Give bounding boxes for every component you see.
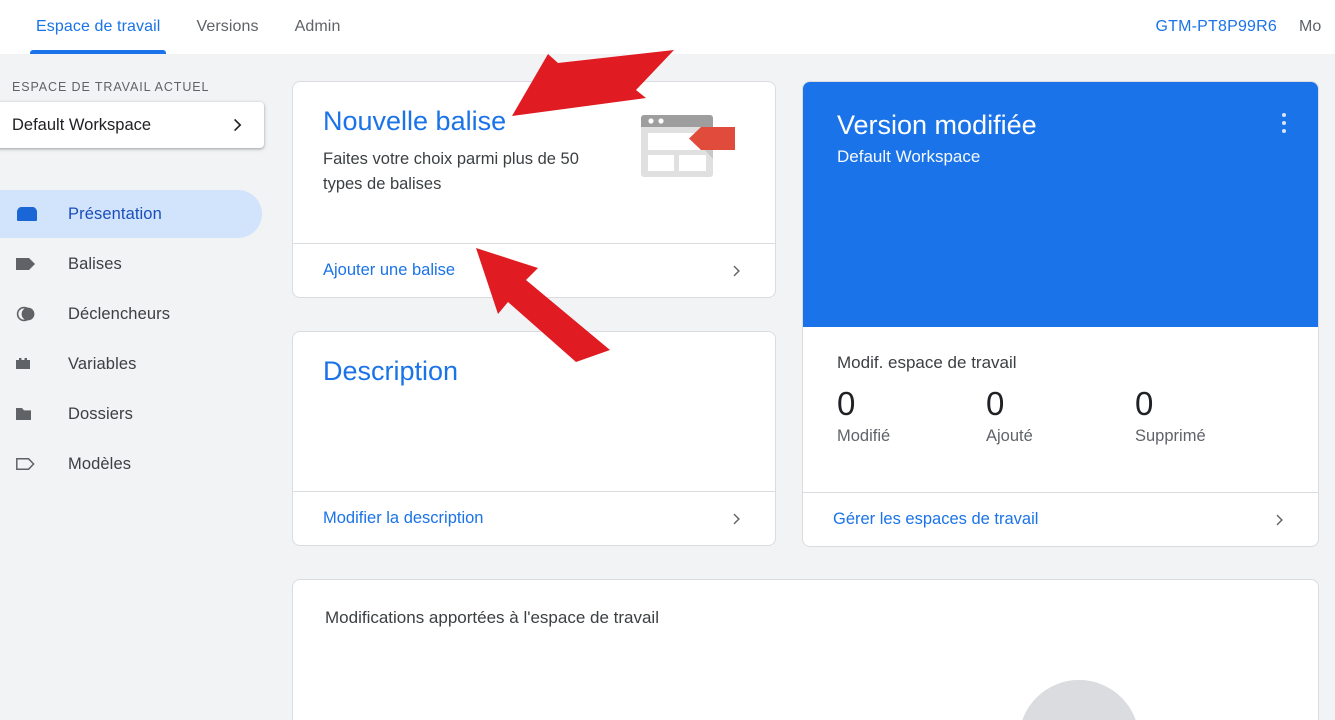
chevron-right-icon (1270, 510, 1290, 530)
description-card-body: Description (293, 332, 775, 388)
sidebar-item-declencheurs[interactable]: Déclencheurs (0, 290, 262, 338)
version-title: Version modifiée (837, 110, 1037, 140)
tab-label: Versions (196, 18, 259, 35)
manage-workspaces-action[interactable]: Gérer les espaces de travail (803, 492, 1318, 546)
overview-icon (14, 202, 44, 226)
new-tag-subtitle: Faites votre choix parmi plus de 50 type… (323, 150, 579, 193)
main-content: Nouvelle balise Faites votre choix parmi… (276, 54, 1335, 720)
stat-ajoute: 0 Ajouté (986, 383, 1135, 446)
add-tag-label: Ajouter une balise (323, 261, 456, 279)
sidebar: ESPACE DE TRAVAIL ACTUEL Default Workspa… (0, 54, 276, 720)
description-title: Description (323, 356, 459, 386)
header-right-group: GTM-PT8P99R6 Mo (1155, 0, 1335, 54)
sidebar-item-dossiers[interactable]: Dossiers (0, 390, 262, 438)
workspace-changes-card: Modifications apportées à l'espace de tr… (292, 579, 1319, 720)
sidebar-item-balises[interactable]: Balises (0, 240, 262, 288)
edit-description-action[interactable]: Modifier la description (293, 491, 775, 545)
top-header: Espace de travail Versions Admin GTM-PT8… (0, 0, 1335, 54)
stats-label: Modif. espace de travail (837, 353, 1017, 372)
variables-icon (14, 352, 44, 376)
add-tag-action[interactable]: Ajouter une balise (293, 243, 775, 297)
manage-workspaces-label: Gérer les espaces de travail (833, 510, 1039, 528)
browser-tag-illustration-icon (639, 109, 739, 183)
template-icon (14, 452, 44, 476)
tab-label: Espace de travail (36, 18, 161, 35)
stat-value: 0 (986, 385, 1005, 422)
tab-label: Admin (294, 18, 341, 35)
version-subtitle: Default Workspace (837, 147, 981, 166)
sidebar-section-label: ESPACE DE TRAVAIL ACTUEL (12, 80, 210, 94)
description-card: Description Modifier la description (292, 331, 776, 546)
sidebar-item-presentation[interactable]: Présentation (0, 190, 262, 238)
sidebar-item-label: Déclencheurs (68, 304, 171, 323)
header-overflow-text[interactable]: Mo (1299, 18, 1335, 36)
chevron-right-icon (228, 115, 248, 135)
tab-admin[interactable]: Admin (277, 0, 359, 54)
trigger-icon (14, 302, 44, 326)
more-options-icon[interactable] (1272, 110, 1296, 136)
stat-caption: Supprimé (1135, 427, 1206, 445)
stat-caption: Modifié (837, 427, 891, 445)
empty-state-illustration (1019, 680, 1139, 720)
tab-versions[interactable]: Versions (178, 0, 276, 54)
version-card-header: Version modifiée Default Workspace (803, 82, 1318, 327)
new-tag-card: Nouvelle balise Faites votre choix parmi… (292, 81, 776, 298)
sidebar-item-label: Dossiers (68, 404, 133, 423)
gtm-app-window: Espace de travail Versions Admin GTM-PT8… (0, 0, 1335, 720)
sidebar-item-label: Modèles (68, 454, 132, 473)
chevron-right-icon (727, 261, 747, 281)
edit-description-label: Modifier la description (323, 509, 484, 527)
stat-value: 0 (1135, 385, 1154, 422)
stat-supprime: 0 Supprimé (1135, 383, 1284, 446)
sidebar-item-modeles[interactable]: Modèles (0, 440, 262, 488)
sidebar-nav-list: Présentation Balises Déclencheurs Variab… (0, 190, 276, 490)
stat-caption: Ajouté (986, 427, 1033, 445)
stat-value: 0 (837, 385, 856, 422)
main-tabs: Espace de travail Versions Admin (0, 0, 358, 54)
folder-icon (14, 402, 44, 426)
workspace-changes-title: Modifications apportées à l'espace de tr… (325, 608, 659, 627)
workspace-selector-card[interactable]: Default Workspace (0, 102, 264, 148)
workspace-stats: Modif. espace de travail 0 Modifié 0 Ajo… (803, 327, 1318, 446)
stats-row: 0 Modifié 0 Ajouté 0 Supprimé (837, 383, 1284, 446)
sidebar-item-label: Balises (68, 254, 122, 273)
sidebar-item-label: Variables (68, 354, 137, 373)
version-card: Version modifiée Default Workspace Modif… (802, 81, 1319, 547)
tag-icon (14, 252, 44, 276)
sidebar-item-label: Présentation (68, 204, 162, 223)
workspace-name: Default Workspace (12, 115, 152, 134)
container-id-link[interactable]: GTM-PT8P99R6 (1155, 18, 1277, 36)
stat-modifie: 0 Modifié (837, 383, 986, 446)
sidebar-item-variables[interactable]: Variables (0, 340, 262, 388)
tab-espace-de-travail[interactable]: Espace de travail (18, 0, 178, 54)
chevron-right-icon (727, 509, 747, 529)
